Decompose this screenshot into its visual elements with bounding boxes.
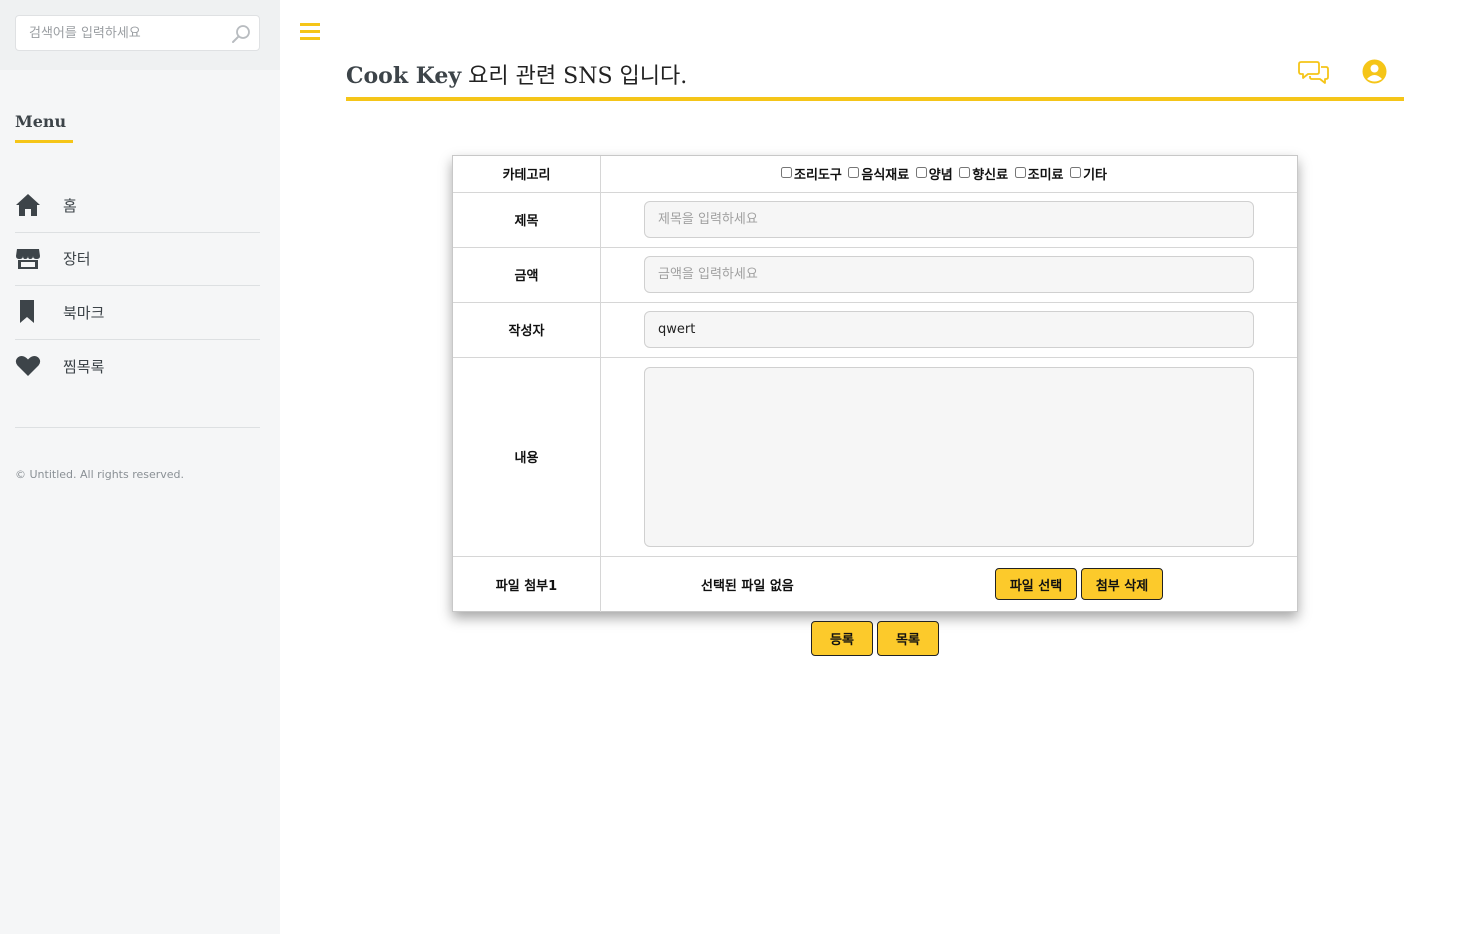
sidebar-item-label: 찜목록 (63, 357, 105, 376)
category-checkbox[interactable] (848, 167, 860, 179)
search-box (15, 15, 260, 51)
title-input[interactable] (644, 201, 1254, 238)
search-area (0, 0, 280, 70)
sidebar-item-bookmark[interactable]: 북마크 (15, 286, 260, 340)
menu-title-underline (15, 140, 73, 143)
writer-label: 작성자 (453, 302, 601, 358)
sidebar: Menu 홈 장터 북마크 (0, 0, 280, 934)
brand-name: Cook Key (346, 63, 462, 89)
content-textarea[interactable] (644, 366, 1254, 547)
list-button[interactable]: 목록 (877, 621, 939, 656)
writer-input[interactable] (644, 311, 1254, 348)
post-form: 카테고리 조리도구 음식재료 양념 향신료 조미료 기타 제목 금액 작성자 (452, 155, 1298, 612)
submit-button[interactable]: 등록 (811, 621, 873, 656)
form-actions: 등록 목록 (811, 621, 939, 656)
copyright: © Untitled. All rights reserved. (15, 468, 185, 481)
price-input[interactable] (644, 256, 1254, 293)
file-select-button[interactable]: 파일 선택 (995, 568, 1077, 600)
category-checkbox[interactable] (1070, 167, 1082, 179)
sidebar-item-wishlist[interactable]: 찜목록 (15, 340, 260, 394)
category-option[interactable]: 양념 (915, 167, 953, 183)
menu-toggle-icon[interactable] (300, 23, 320, 41)
sidebar-item-market[interactable]: 장터 (15, 233, 260, 286)
chat-icon[interactable] (1298, 60, 1329, 84)
search-input[interactable] (16, 16, 259, 50)
category-checkbox[interactable] (959, 167, 971, 179)
file-attach-row: 선택된 파일 없음 파일 선택 첨부 삭제 (601, 557, 1297, 612)
category-checkboxes: 조리도구 음식재료 양념 향신료 조미료 기타 (644, 164, 1254, 183)
file-label: 파일 첨부1 (453, 556, 601, 612)
price-label: 금액 (453, 247, 601, 303)
tagline: 요리 관련 SNS 입니다. (461, 64, 688, 89)
file-remove-button[interactable]: 첨부 삭제 (1081, 568, 1163, 600)
category-label: 카테고리 (453, 156, 601, 193)
category-option[interactable]: 조미료 (1014, 167, 1064, 183)
file-status: 선택된 파일 없음 (701, 578, 794, 594)
category-option[interactable]: 음식재료 (848, 167, 909, 183)
category-checkbox[interactable] (915, 167, 927, 179)
category-checkbox[interactable] (1014, 167, 1026, 179)
bookmark-icon (15, 299, 41, 325)
heart-icon (15, 353, 41, 379)
sidebar-divider (15, 427, 260, 428)
menu-title: Menu (15, 112, 67, 131)
category-option[interactable]: 조리도구 (781, 167, 842, 183)
category-checkbox[interactable] (781, 167, 793, 179)
sidebar-item-label: 홈 (63, 196, 77, 215)
title-label: 제목 (453, 192, 601, 248)
category-option[interactable]: 향신료 (959, 167, 1008, 183)
content-label: 내용 (453, 357, 601, 557)
page-title: Cook Key 요리 관련 SNS 입니다. (346, 58, 687, 90)
store-icon (15, 246, 41, 272)
sidebar-item-label: 북마크 (63, 303, 105, 322)
sidebar-item-label: 장터 (63, 250, 91, 269)
home-icon (15, 192, 41, 218)
sidebar-item-home[interactable]: 홈 (15, 179, 260, 233)
search-icon[interactable] (231, 24, 251, 44)
menu-list: 홈 장터 북마크 찜목록 (15, 179, 260, 393)
header-divider (346, 97, 1404, 101)
category-option[interactable]: 기타 (1070, 167, 1107, 183)
user-icon[interactable] (1362, 59, 1387, 84)
file-buttons: 파일 선택 첨부 삭제 (995, 568, 1163, 600)
